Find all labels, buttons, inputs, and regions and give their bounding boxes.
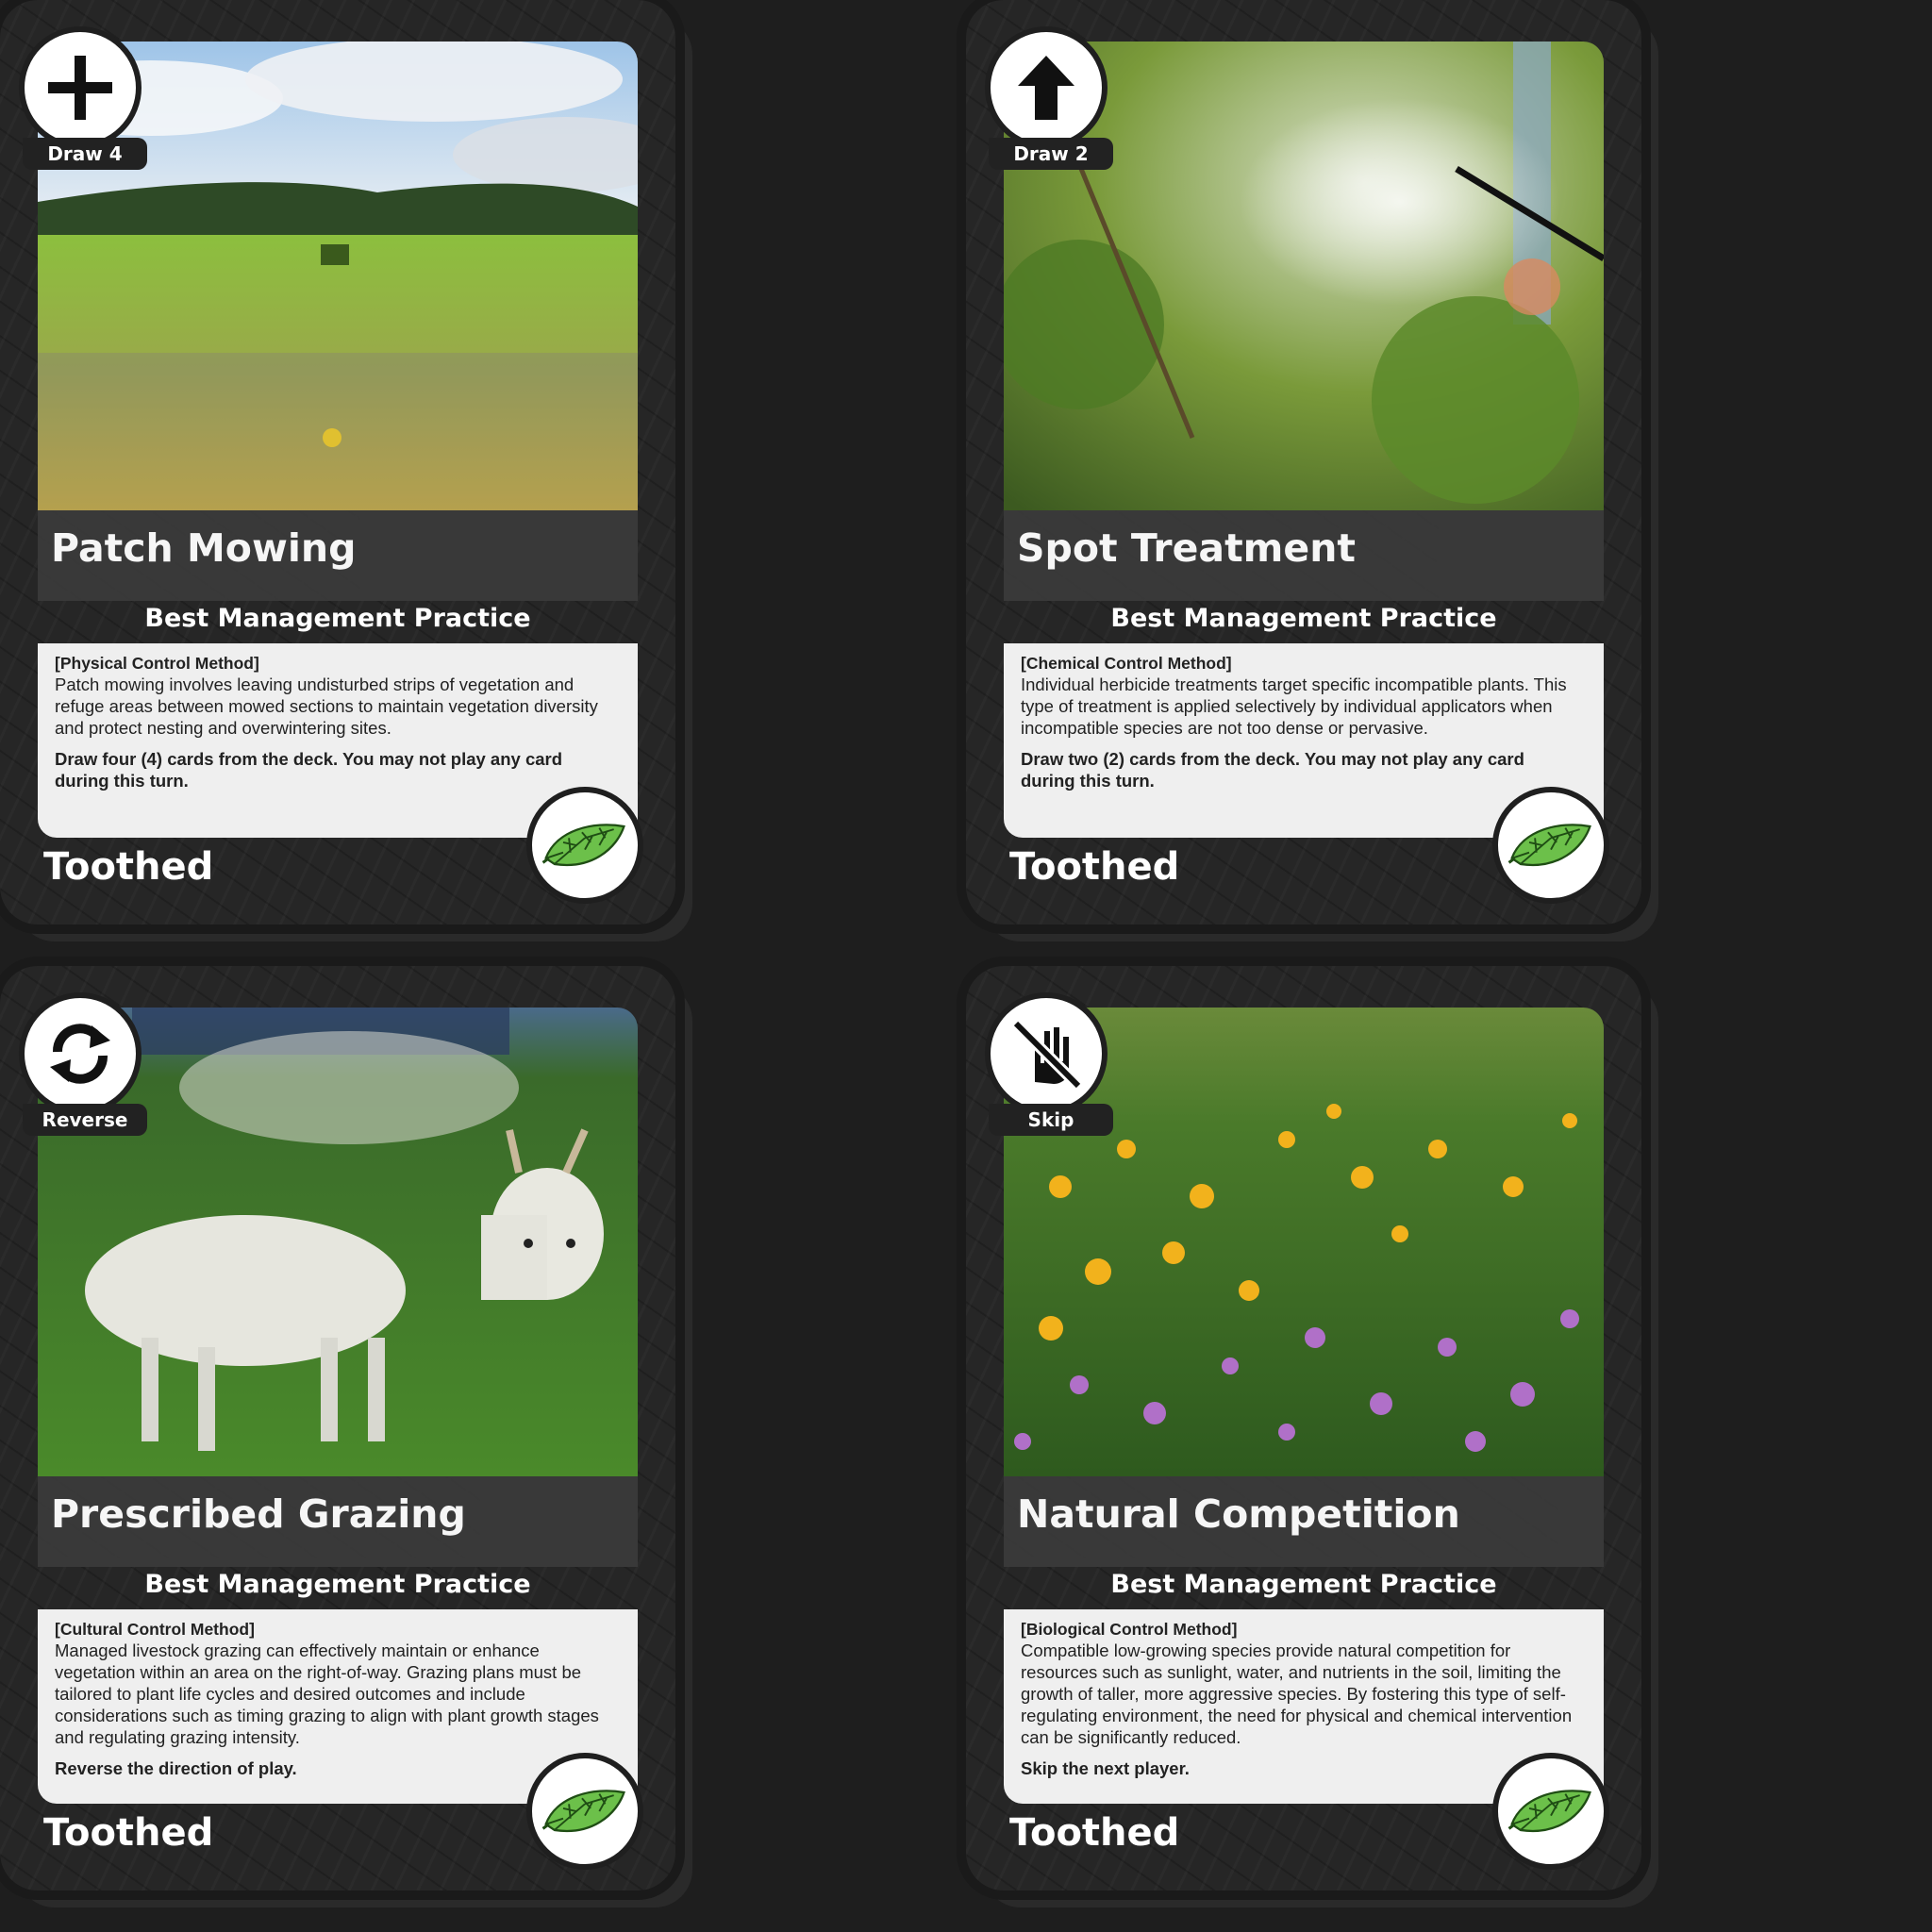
card-label: Draw 4	[23, 138, 147, 170]
card-prescribed-grazing[interactable]: Reverse Prescribed Grazing Best Manageme…	[0, 966, 675, 1890]
card-spot-treatment[interactable]: Draw 2 Spot Treatment Best Management Pr…	[966, 0, 1641, 924]
toothed-leaf-icon	[526, 1753, 643, 1870]
card-action: Draw two (2) cards from the deck. You ma…	[1021, 749, 1524, 791]
title-band: Patch Mowing	[38, 510, 638, 601]
card-description: Individual herbicide treatments target s…	[1021, 675, 1567, 738]
card-footer: Toothed	[1009, 845, 1180, 889]
card-title: Prescribed Grazing	[51, 1491, 466, 1537]
title-band: Natural Competition	[1004, 1476, 1604, 1567]
card-label: Draw 2	[989, 138, 1113, 170]
card-title: Natural Competition	[1017, 1491, 1460, 1537]
card-footer: Toothed	[43, 845, 214, 889]
arrow-up-icon	[985, 26, 1108, 149]
card-description: Managed livestock grazing can effectivel…	[55, 1641, 599, 1747]
skip-hand-icon	[985, 992, 1108, 1115]
card-subtitle: Best Management Practice	[1110, 604, 1497, 633]
title-band: Prescribed Grazing	[38, 1476, 638, 1567]
toothed-leaf-icon	[526, 787, 643, 904]
card-title: Patch Mowing	[51, 525, 357, 571]
toothed-leaf-icon	[1492, 787, 1609, 904]
toothed-leaf-icon	[1492, 1753, 1609, 1870]
card-natural-competition[interactable]: Skip Natural Competition Best Management…	[966, 966, 1641, 1890]
card-method: [Physical Control Method]	[55, 654, 259, 673]
card-method: [Cultural Control Method]	[55, 1620, 255, 1639]
card-description: Patch mowing involves leaving undisturbe…	[55, 675, 598, 738]
card-patch-mowing[interactable]: Draw 4 Patch Mowing Best Management Prac…	[0, 0, 675, 924]
card-action: Skip the next player.	[1021, 1758, 1190, 1778]
card-label: Skip	[989, 1104, 1113, 1136]
card-action: Reverse the direction of play.	[55, 1758, 297, 1778]
card-description: Compatible low-growing species provide n…	[1021, 1641, 1573, 1747]
reverse-arrows-icon	[19, 992, 142, 1115]
card-label: Reverse	[23, 1104, 147, 1136]
card-action: Draw four (4) cards from the deck. You m…	[55, 749, 563, 791]
card-subtitle: Best Management Practice	[144, 604, 531, 633]
card-subtitle: Best Management Practice	[144, 1570, 531, 1599]
card-method: [Biological Control Method]	[1021, 1620, 1238, 1639]
title-band: Spot Treatment	[1004, 510, 1604, 601]
card-footer: Toothed	[1009, 1811, 1180, 1855]
plus-icon	[19, 26, 142, 149]
card-footer: Toothed	[43, 1811, 214, 1855]
card-subtitle: Best Management Practice	[1110, 1570, 1497, 1599]
card-method: [Chemical Control Method]	[1021, 654, 1232, 673]
card-title: Spot Treatment	[1017, 525, 1356, 571]
